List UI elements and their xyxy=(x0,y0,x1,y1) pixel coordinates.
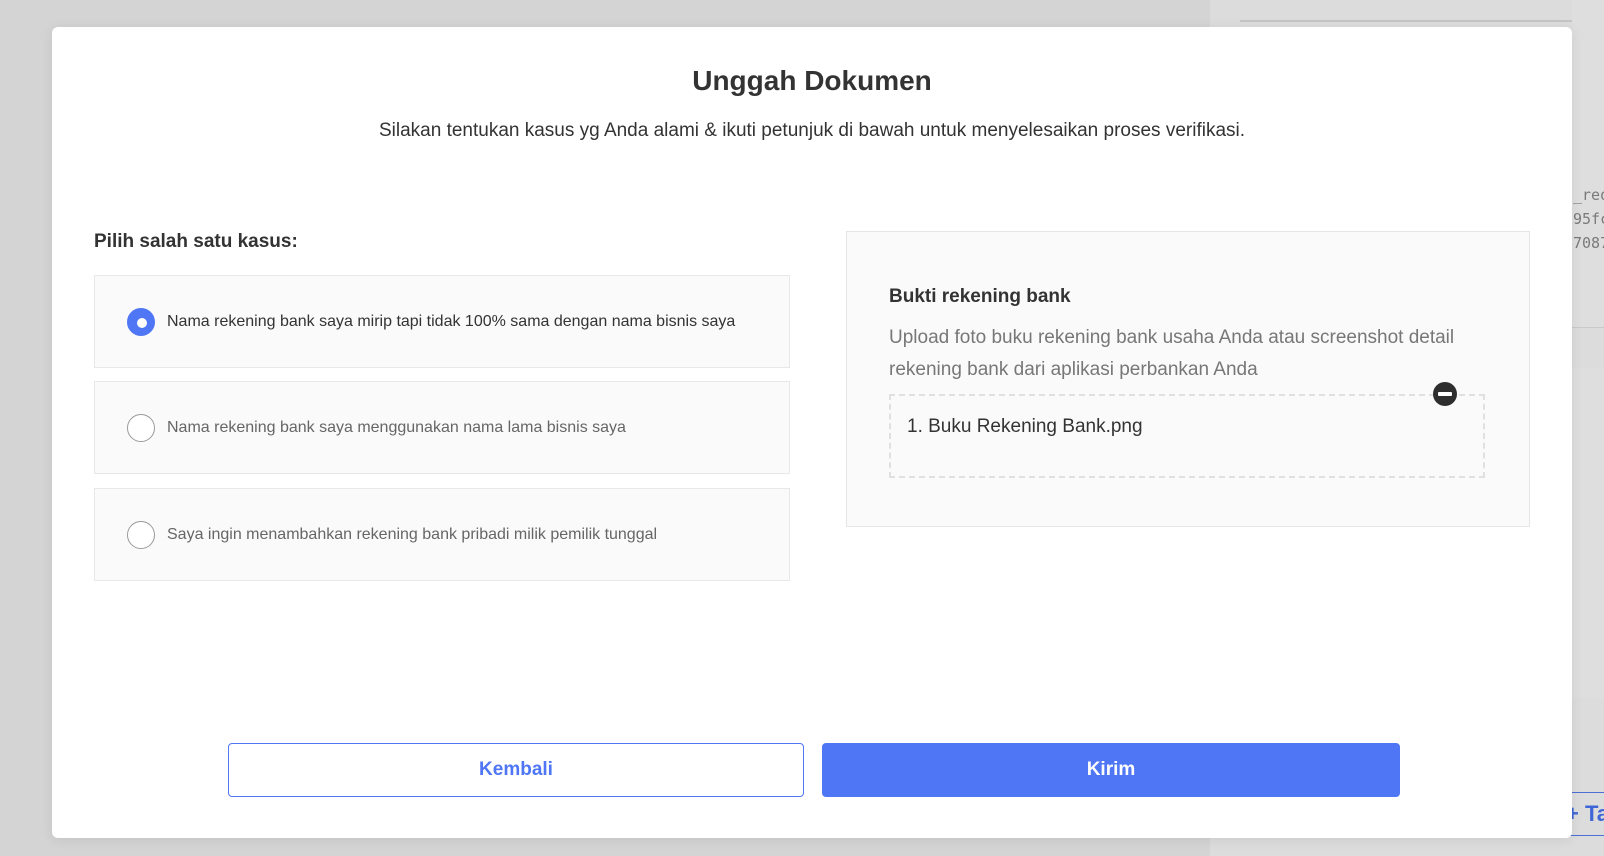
background-card xyxy=(1572,0,1604,328)
modal-title: Unggah Dokumen xyxy=(692,65,932,96)
send-button[interactable]: Kirim xyxy=(822,743,1400,797)
background-text: _req xyxy=(1573,186,1604,204)
background-card xyxy=(1572,368,1604,698)
background-text: 95fc xyxy=(1573,210,1604,228)
case-option-similar-name[interactable]: Nama rekening bank saya mirip tapi tidak… xyxy=(94,275,790,368)
background-divider xyxy=(1240,20,1604,22)
upload-document-modal: Unggah Dokumen Silakan tentukan kasus yg… xyxy=(52,27,1572,838)
document-description: Upload foto buku rekening bank usaha And… xyxy=(889,327,1455,380)
uploaded-file-name: 1. Buku Rekening Bank.png xyxy=(907,416,1143,437)
background-text: 7087 xyxy=(1573,234,1604,252)
minus-circle-icon[interactable] xyxy=(1433,382,1457,406)
document-panel: Bukti rekening bank Upload foto buku rek… xyxy=(846,231,1530,527)
case-option-personal-account[interactable]: Saya ingin menambahkan rekening bank pri… xyxy=(94,488,790,581)
modal-subtitle: Silakan tentukan kasus yg Anda alami & i… xyxy=(378,120,1246,141)
case-option-old-business-name[interactable]: Nama rekening bank saya menggunakan nama… xyxy=(94,381,790,474)
case-heading: Pilih salah satu kasus: xyxy=(94,231,298,252)
case-option-label: Nama rekening bank saya mirip tapi tidak… xyxy=(167,312,736,330)
radio-unselected-icon[interactable] xyxy=(127,520,155,549)
back-button[interactable]: Kembali xyxy=(228,743,804,797)
case-option-label: Saya ingin menambahkan rekening bank pri… xyxy=(167,525,658,543)
radio-selected-icon[interactable] xyxy=(127,307,155,336)
case-option-label: Nama rekening bank saya menggunakan nama… xyxy=(167,418,626,436)
document-title: Bukti rekening bank xyxy=(889,286,1071,307)
uploaded-file-box[interactable]: 1. Buku Rekening Bank.png xyxy=(889,394,1485,478)
radio-unselected-icon[interactable] xyxy=(127,413,155,442)
